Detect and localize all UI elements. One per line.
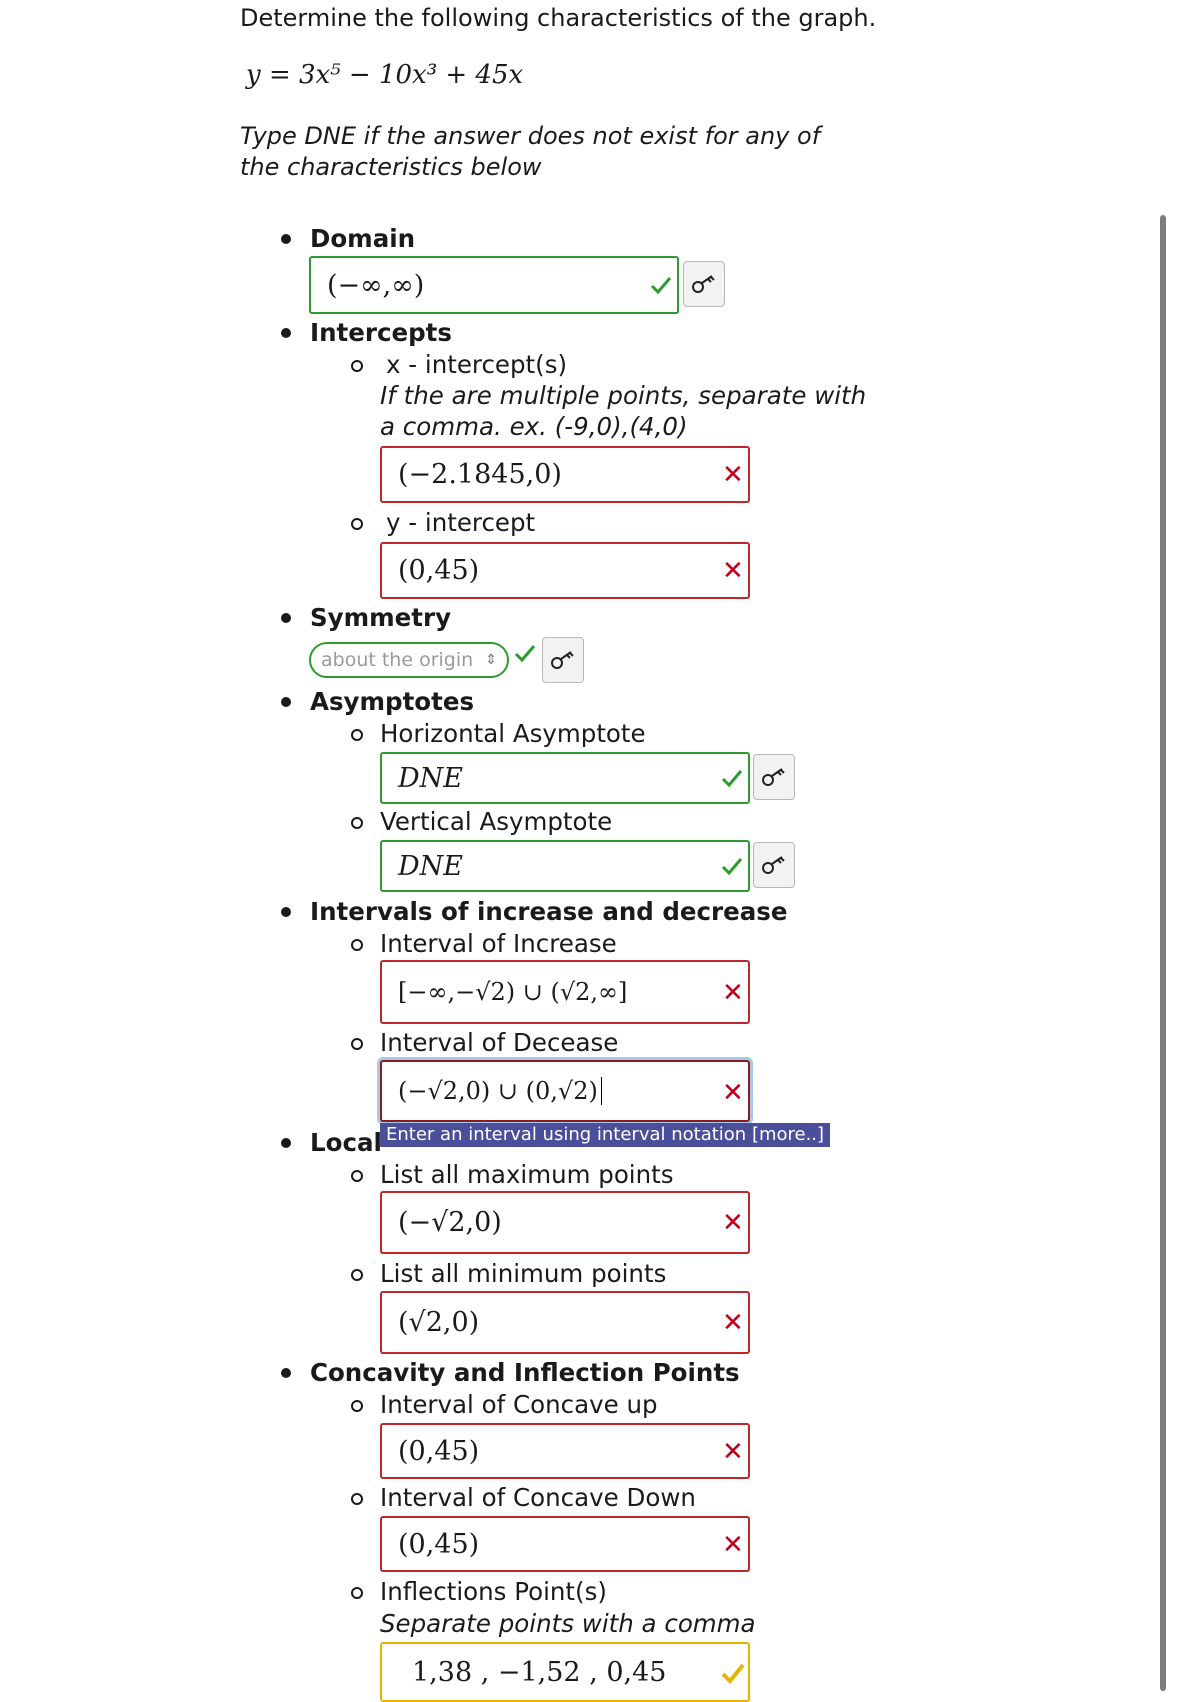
concave-down-label: Interval of Concave Down (380, 1483, 696, 1512)
show-answer-key-button[interactable] (753, 842, 795, 888)
increase-answer-field[interactable]: [−∞,−√2) ∪ (√2,∞] (380, 960, 750, 1024)
cross-icon: ✕ (722, 1308, 744, 1338)
concavity-heading: Concavity and Inflection Points (310, 1358, 740, 1387)
concave-down-value: (0,45) (398, 1528, 480, 1560)
interval-notation-tooltip[interactable]: Enter an interval using interval notatio… (380, 1123, 831, 1147)
min-points-field[interactable]: (√2,0) (380, 1291, 750, 1354)
horizontal-asymptote-value: DNE (398, 762, 463, 794)
horizontal-asymptote-label: Horizontal Asymptote (380, 719, 646, 748)
sub-bullet (351, 1493, 363, 1505)
local-heading: Local (310, 1128, 382, 1157)
bullet (281, 1368, 291, 1378)
domain-heading: Domain (310, 224, 416, 253)
asymptotes-heading: Asymptotes (310, 687, 475, 716)
symmetry-select[interactable]: about the origin ⇕ (309, 642, 509, 678)
vertical-asymptote-field[interactable]: DNE (380, 840, 750, 892)
check-icon (721, 770, 743, 788)
decrease-answer-value: (−√2,0) ∪ (0,√2) (398, 1077, 598, 1105)
inflection-points-field[interactable]: 1,38 , −1,52 , 0,45 (380, 1642, 750, 1702)
inflection-points-value: 1,38 , −1,52 , 0,45 (412, 1656, 667, 1688)
check-icon (514, 645, 536, 663)
select-arrows-icon: ⇕ (485, 652, 497, 668)
max-points-field[interactable]: (−√2,0) (380, 1191, 750, 1254)
increase-answer-value: [−∞,−√2) ∪ (√2,∞] (398, 978, 628, 1006)
bullet (281, 1138, 291, 1148)
horizontal-asymptote-field[interactable]: DNE (380, 752, 750, 804)
key-icon (762, 768, 785, 786)
sub-bullet (351, 729, 363, 741)
cross-icon: ✕ (722, 1208, 744, 1238)
sub-bullet (351, 939, 363, 951)
key-icon (762, 856, 785, 874)
text-cursor (600, 1077, 603, 1105)
sub-bullet (351, 518, 363, 530)
bullet (281, 697, 291, 707)
sub-bullet (351, 1587, 363, 1599)
vertical-scrollbar[interactable] (1160, 215, 1166, 1691)
concave-up-label: Interval of Concave up (380, 1390, 658, 1419)
domain-answer-value: (−∞,∞) (327, 269, 425, 301)
vertical-asymptote-value: DNE (398, 850, 463, 882)
x-intercept-hint-line2: a comma. ex. (-9,0),(4,0) (380, 412, 688, 441)
show-answer-key-button[interactable] (542, 637, 584, 683)
increase-label: Interval of Increase (380, 929, 617, 958)
check-icon (721, 858, 743, 876)
y-intercept-answer-field[interactable]: (0,45) (380, 542, 750, 599)
max-points-label: List all maximum points (380, 1160, 674, 1189)
sub-bullet (351, 817, 363, 829)
decrease-answer-field[interactable]: (−√2,0) ∪ (0,√2) (380, 1060, 750, 1122)
partial-check-icon (721, 1663, 745, 1684)
bullet (281, 328, 291, 338)
sub-bullet (351, 1170, 363, 1182)
x-intercept-answer-field[interactable]: (−2.1845,0) (380, 446, 750, 503)
cross-icon: ✕ (722, 1437, 744, 1467)
check-icon (650, 277, 672, 295)
symmetry-heading: Symmetry (310, 603, 452, 632)
sub-bullet (351, 1269, 363, 1281)
cross-icon: ✕ (722, 1078, 744, 1108)
intervals-heading: Intervals of increase and decrease (310, 897, 788, 926)
x-intercept-label: x - intercept(s) (386, 350, 568, 379)
y-intercept-label: y - intercept (386, 508, 536, 537)
dne-note-line2: the characteristics below (240, 153, 542, 181)
bullet (281, 234, 291, 244)
sub-bullet (351, 1038, 363, 1050)
vertical-asymptote-label: Vertical Asymptote (380, 807, 613, 836)
bullet (281, 613, 291, 623)
concave-up-value: (0,45) (398, 1435, 480, 1467)
cross-icon: ✕ (722, 556, 744, 586)
equation: y = 3x⁵ − 10x³ + 45x (246, 60, 524, 90)
dne-note-line1: Type DNE if the answer does not exist fo… (240, 122, 821, 150)
cross-icon: ✕ (722, 978, 744, 1008)
show-answer-key-button[interactable] (683, 261, 725, 307)
inflection-hint: Separate points with a comma (380, 1609, 756, 1638)
cross-icon: ✕ (722, 460, 744, 490)
concave-down-field[interactable]: (0,45) (380, 1516, 750, 1572)
bullet (281, 907, 291, 917)
y-intercept-answer-value: (0,45) (398, 555, 480, 586)
min-points-value: (√2,0) (398, 1307, 480, 1338)
show-answer-key-button[interactable] (753, 754, 795, 800)
domain-answer-field[interactable]: (−∞,∞) (309, 256, 679, 314)
sub-bullet (351, 360, 363, 372)
inflection-label: Inflections Point(s) (380, 1577, 607, 1606)
max-points-value: (−√2,0) (398, 1207, 502, 1238)
question-instruction: Determine the following characteristics … (240, 4, 877, 32)
symmetry-selected-value: about the origin (321, 649, 474, 671)
x-intercept-hint-line1: If the are multiple points, separate wit… (380, 381, 867, 410)
decrease-label: Interval of Decease (380, 1028, 619, 1057)
min-points-label: List all minimum points (380, 1259, 667, 1288)
sub-bullet (351, 1400, 363, 1412)
key-icon (692, 275, 715, 293)
concave-up-field[interactable]: (0,45) (380, 1423, 750, 1479)
cross-icon: ✕ (722, 1530, 744, 1560)
key-icon (551, 651, 574, 669)
intercepts-heading: Intercepts (310, 318, 452, 347)
x-intercept-answer-value: (−2.1845,0) (398, 459, 562, 490)
